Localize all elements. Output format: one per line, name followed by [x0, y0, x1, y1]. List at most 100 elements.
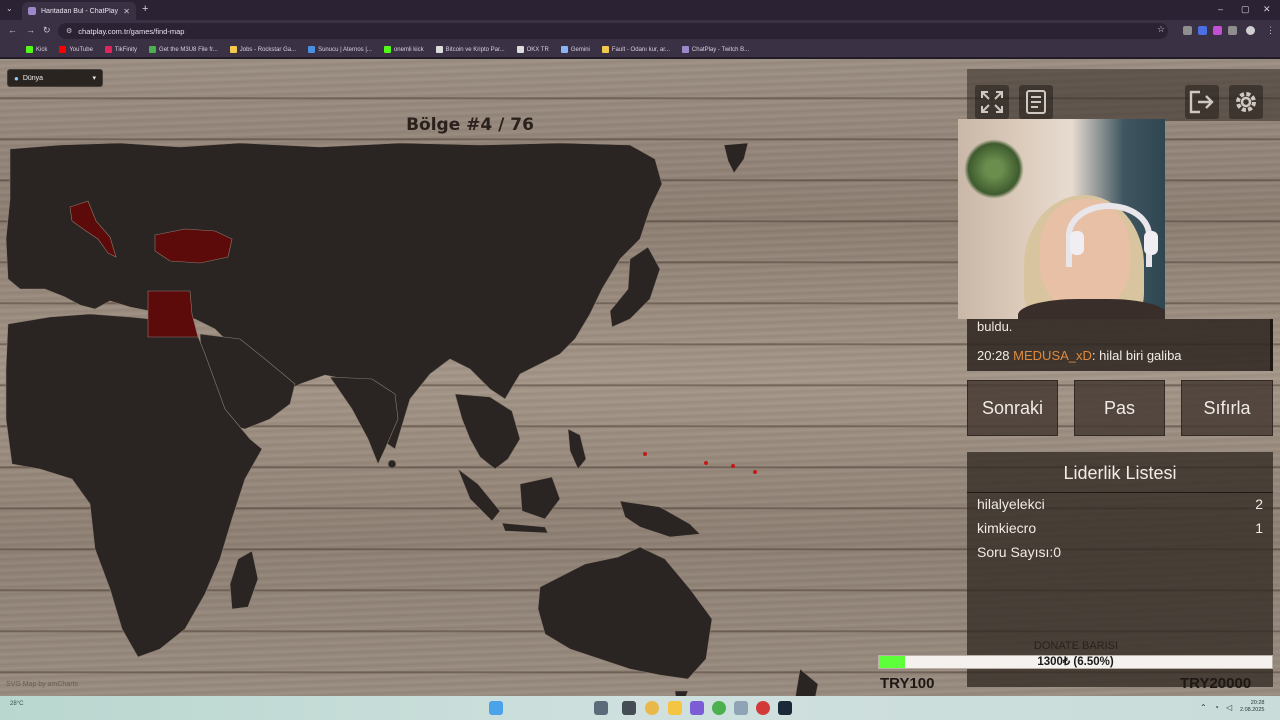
browser-menu-icon[interactable]: ⋮ — [1266, 25, 1275, 36]
island-marker[interactable] — [753, 470, 757, 474]
player-name: kimkiecro — [977, 520, 1037, 536]
leaderboard-row: kimkiecro 1 — [977, 520, 1263, 536]
chat-feed: buldu. 20:28 MEDUSA_xD: hilal biri galib… — [967, 319, 1273, 371]
map-region-philippines[interactable] — [567, 428, 587, 470]
headset-earcup — [1144, 231, 1158, 255]
map-region-borneo[interactable] — [519, 476, 561, 520]
site-info-icon[interactable]: ⚙ — [66, 27, 72, 35]
taskbar-app-icon[interactable] — [756, 701, 770, 715]
bookmark-star-icon[interactable]: ☆ — [1157, 24, 1165, 35]
island-marker[interactable] — [643, 452, 647, 456]
settings-icon[interactable] — [734, 701, 748, 715]
donate-min-label: TRY100 — [880, 675, 935, 692]
question-count: Soru Sayısı:0 — [977, 544, 1061, 560]
start-icon[interactable] — [489, 701, 503, 715]
profile-avatar[interactable] — [1246, 26, 1255, 35]
tab-title: Haritadan Bul - ChatPlay — [41, 7, 119, 15]
bookmark-label: YouTube — [69, 46, 93, 53]
bookmark-item[interactable]: onemli kick — [383, 46, 424, 53]
map-region-southeast-asia[interactable] — [454, 393, 521, 470]
close-tab-icon[interactable]: ✕ — [123, 7, 130, 16]
new-tab-icon[interactable]: + — [142, 3, 148, 15]
document-icon — [1026, 90, 1046, 114]
fullscreen-button[interactable] — [975, 85, 1009, 119]
fullscreen-icon — [981, 91, 1003, 113]
tab-search-icon[interactable]: ⌄ — [6, 4, 13, 13]
exit-button[interactable] — [1185, 85, 1219, 119]
maximize-icon[interactable]: ▢ — [1241, 4, 1250, 15]
map-credit: SVG Map by amCharts — [6, 681, 78, 688]
bookmark-label: onemli kick — [393, 46, 424, 53]
bookmark-item[interactable]: Kick — [26, 46, 47, 53]
taskbar-app-icon[interactable] — [594, 701, 608, 715]
donate-max-label: TRY20000 — [1180, 675, 1252, 692]
weather-widget[interactable]: 28°C — [10, 701, 23, 707]
reset-button[interactable]: Sıfırla — [1181, 380, 1273, 436]
webcam-overlay — [958, 119, 1165, 319]
bookmark-item[interactable]: Gemini — [560, 46, 590, 53]
folder-icon[interactable] — [668, 701, 682, 715]
next-button[interactable]: Sonraki — [967, 380, 1058, 436]
bookmark-label: Kick — [36, 46, 48, 53]
taskbar-clock[interactable]: 20:28 2.08.2025 — [1240, 700, 1264, 714]
headset-earcup — [1070, 231, 1084, 255]
taskbar-app-icon[interactable] — [712, 701, 726, 715]
map-region-kamchatka[interactable] — [723, 142, 749, 174]
address-bar[interactable]: ⚙ chatplay.com.tr/games/find-map — [58, 23, 1168, 39]
browser-tab[interactable]: Haritadan Bul - ChatPlay ✕ — [22, 2, 136, 20]
settings-button[interactable] — [1229, 85, 1263, 119]
map-region-new-zealand[interactable] — [775, 668, 819, 696]
bookmark-item[interactable]: Sunucu | Aternos |... — [308, 46, 372, 53]
extension-icon[interactable] — [1198, 26, 1207, 35]
gear-icon — [1236, 92, 1256, 112]
bookmark-label: ChatPlay - Twitch B... — [691, 46, 750, 53]
pass-button[interactable]: Pas — [1074, 380, 1165, 436]
extensions-puzzle-icon[interactable] — [1228, 26, 1237, 35]
steam-icon[interactable] — [778, 701, 792, 715]
bookmark-label: Fault - Odanı kur, ar... — [611, 46, 670, 53]
windows-taskbar: 28°C ⌃ ◔ ◁ 20:28 2.08.2025 — [0, 696, 1280, 720]
map-region-sri-lanka[interactable] — [387, 459, 397, 469]
bookmark-item[interactable]: ChatPlay - Twitch B... — [681, 46, 750, 53]
leaderboard-title: Liderlik Listesi — [1063, 463, 1177, 483]
bookmark-item[interactable]: OKX TR — [516, 46, 549, 53]
chevron-down-icon: ▾ — [92, 75, 96, 82]
map-region-australia[interactable] — [537, 546, 713, 680]
bookmark-item[interactable]: YouTube — [59, 46, 93, 53]
player-score: 2 — [1255, 496, 1263, 512]
minimize-icon[interactable]: – — [1218, 4, 1223, 14]
map-region-java[interactable] — [501, 522, 549, 534]
extension-icon[interactable] — [1183, 26, 1192, 35]
island-marker[interactable] — [704, 461, 708, 465]
map-region-india[interactable] — [329, 376, 399, 465]
world-map[interactable] — [0, 139, 960, 696]
bookmark-label: Bitcoin ve Kripto Par... — [445, 46, 505, 53]
map-region-madagascar[interactable] — [229, 550, 259, 610]
taskbar-app-icon[interactable] — [622, 701, 636, 715]
map-region-new-guinea[interactable] — [619, 500, 701, 538]
region-select[interactable]: ● Dünya ▾ — [7, 69, 103, 87]
map-region-sumatra[interactable] — [457, 468, 501, 522]
back-icon[interactable]: ← — [8, 25, 17, 35]
reload-icon[interactable]: ↻ — [43, 25, 51, 36]
tray-chevron-icon[interactable]: ⌃ — [1200, 703, 1207, 712]
bookmark-item[interactable]: TikFinity — [104, 46, 137, 53]
volume-icon[interactable]: ◁ — [1226, 703, 1232, 712]
bookmark-item[interactable]: Get the M3U8 File fr... — [149, 46, 218, 53]
taskbar-app-icon[interactable] — [690, 701, 704, 715]
bookmark-favicon-icon — [149, 46, 157, 53]
globe-icon: ● — [14, 73, 19, 83]
island-marker[interactable] — [731, 464, 735, 468]
chrome-icon[interactable] — [645, 701, 659, 715]
extension-icon[interactable] — [1213, 26, 1222, 35]
forward-icon[interactable]: → — [26, 25, 35, 35]
wifi-icon[interactable]: ◔ — [1214, 703, 1219, 712]
notes-button[interactable] — [1019, 85, 1053, 119]
bookmark-item[interactable]: Fault - Odanı kur, ar... — [601, 46, 670, 53]
map-region-turkey-found[interactable] — [154, 228, 233, 264]
map-region-egypt-found[interactable] — [147, 290, 199, 338]
bookmark-item[interactable]: Jobs - Rockstar Ga... — [229, 46, 296, 53]
region-counter: Bölge #4 / 76 — [406, 115, 534, 135]
bookmark-item[interactable]: Bitcoin ve Kripto Par... — [435, 46, 505, 53]
window-close-icon[interactable]: ✕ — [1263, 4, 1271, 15]
